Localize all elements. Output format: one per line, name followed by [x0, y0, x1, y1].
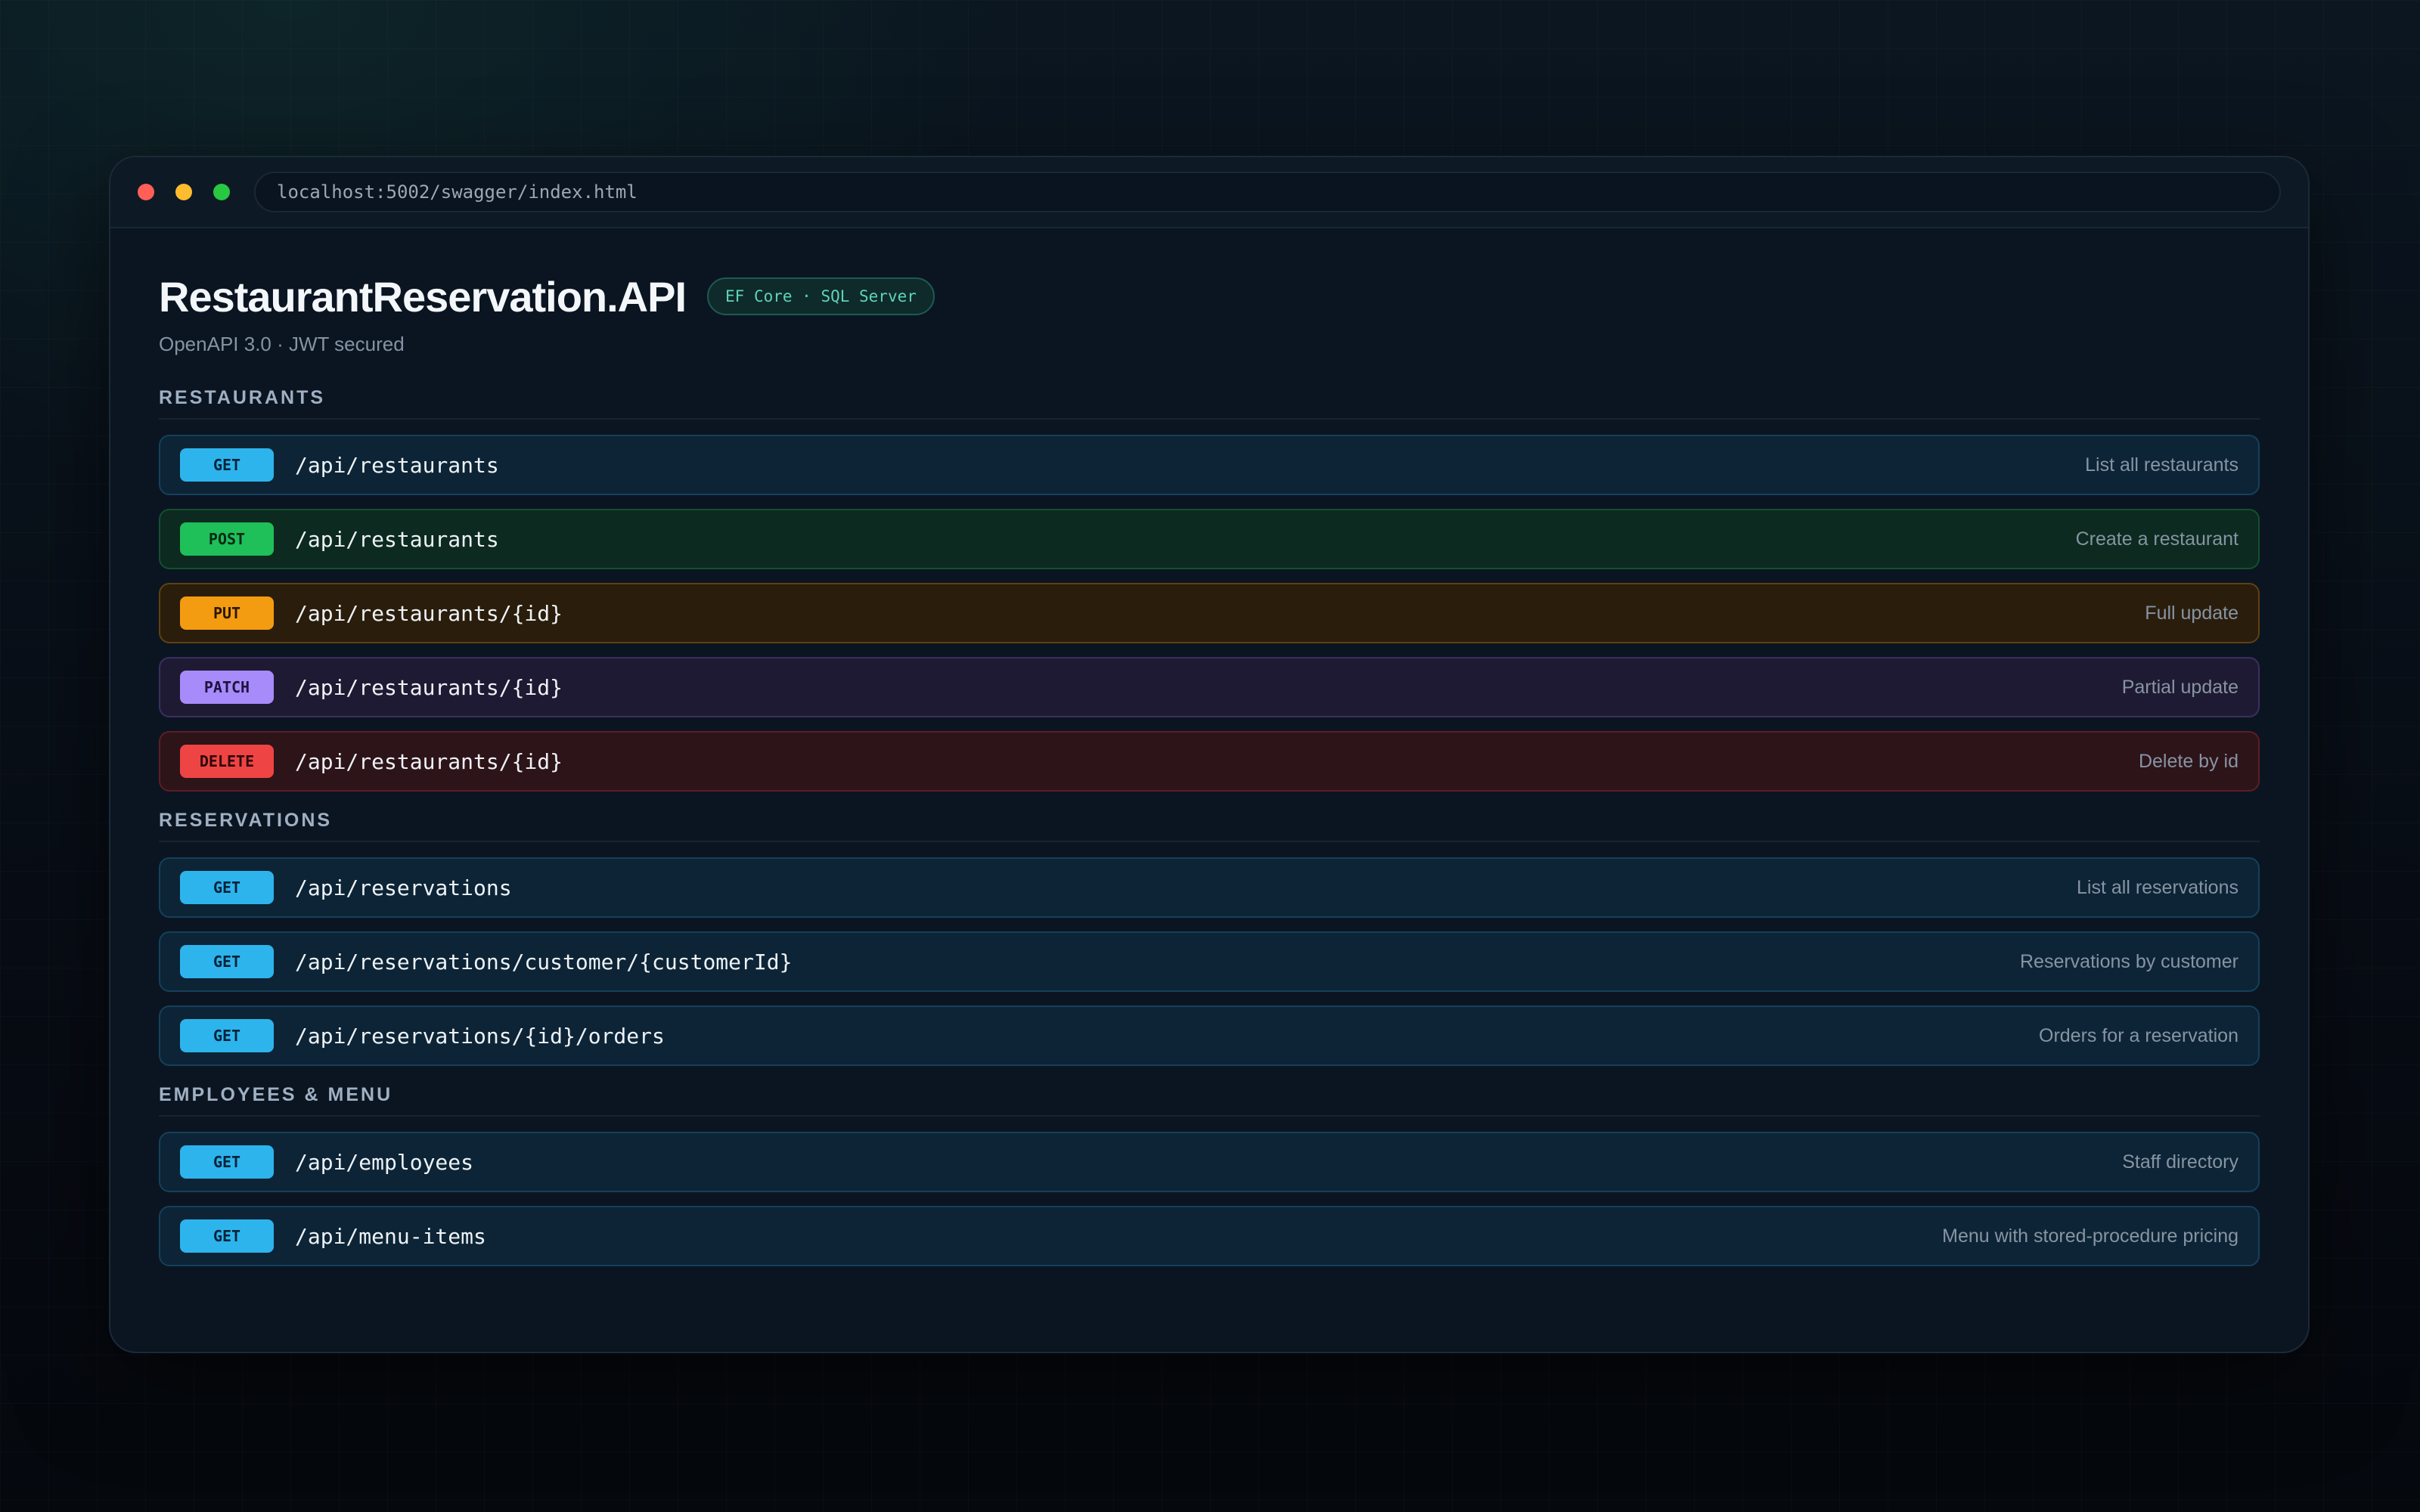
endpoint-description: List all restaurants	[2085, 454, 2238, 476]
endpoint-description: Staff directory	[2122, 1151, 2238, 1173]
endpoint-description: Menu with stored-procedure pricing	[1942, 1225, 2238, 1247]
section-title-reservations: RESERVATIONS	[159, 810, 2260, 842]
method-badge-get: GET	[180, 1145, 274, 1179]
endpoint-path: /api/employees	[295, 1149, 474, 1175]
endpoint-description: Delete by id	[2138, 750, 2238, 772]
database-badge: EF Core · SQL Server	[707, 277, 935, 315]
endpoint-path: /api/reservations/customer/{customerId}	[295, 949, 793, 974]
endpoint-description: Reservations by customer	[2019, 950, 2238, 972]
section-title-restaurants: RESTAURANTS	[159, 387, 2260, 420]
browser-window: localhost:5002/swagger/index.html Restau…	[109, 156, 2310, 1353]
endpoint-row[interactable]: GET /api/employees Staff directory	[159, 1132, 2260, 1192]
endpoint-row[interactable]: GET /api/restaurants List all restaurant…	[159, 435, 2260, 495]
method-badge-patch: PATCH	[180, 671, 274, 704]
endpoint-row[interactable]: PATCH /api/restaurants/{id} Partial upda…	[159, 657, 2260, 717]
method-badge-get: GET	[180, 1019, 274, 1052]
endpoint-path: /api/restaurants/{id}	[295, 600, 563, 626]
page-title: RestaurantReservation.API	[159, 272, 687, 321]
method-badge-put: PUT	[180, 596, 274, 630]
section-title-employees-menu: EMPLOYEES & MENU	[159, 1084, 2260, 1117]
endpoint-path: /api/restaurants	[295, 526, 499, 552]
endpoint-path: /api/reservations	[295, 875, 512, 900]
endpoint-path: /api/menu-items	[295, 1223, 486, 1249]
endpoint-row[interactable]: GET /api/reservations/{id}/orders Orders…	[159, 1005, 2260, 1066]
endpoint-path: /api/reservations/{id}/orders	[295, 1023, 665, 1049]
endpoint-path: /api/restaurants/{id}	[295, 748, 563, 774]
endpoint-description: List all reservations	[2077, 876, 2238, 898]
method-badge-delete: DELETE	[180, 745, 274, 778]
endpoint-path: /api/restaurants/{id}	[295, 674, 563, 700]
address-bar-url: localhost:5002/swagger/index.html	[277, 181, 638, 203]
window-titlebar: localhost:5002/swagger/index.html	[110, 157, 2308, 228]
endpoint-description: Orders for a reservation	[2039, 1024, 2238, 1046]
method-badge-get: GET	[180, 448, 274, 482]
endpoint-row[interactable]: GET /api/reservations/customer/{customer…	[159, 931, 2260, 992]
maximize-window-button[interactable]	[213, 184, 230, 200]
endpoint-description: Full update	[2145, 602, 2238, 624]
method-badge-post: POST	[180, 522, 274, 556]
api-header: RestaurantReservation.API EF Core · SQL …	[159, 268, 2260, 325]
endpoint-row[interactable]: POST /api/restaurants Create a restauran…	[159, 509, 2260, 569]
endpoint-description: Create a restaurant	[2075, 528, 2238, 550]
endpoint-description: Partial update	[2121, 676, 2238, 698]
endpoint-row[interactable]: GET /api/menu-items Menu with stored-pro…	[159, 1206, 2260, 1266]
endpoint-path: /api/restaurants	[295, 452, 499, 478]
api-subtitle: OpenAPI 3.0 · JWT secured	[159, 333, 405, 355]
endpoint-row[interactable]: PUT /api/restaurants/{id} Full update	[159, 583, 2260, 643]
endpoint-row[interactable]: GET /api/reservations List all reservati…	[159, 857, 2260, 918]
endpoint-row[interactable]: DELETE /api/restaurants/{id} Delete by i…	[159, 731, 2260, 792]
close-window-button[interactable]	[138, 184, 154, 200]
address-bar[interactable]: localhost:5002/swagger/index.html	[254, 172, 2281, 212]
method-badge-get: GET	[180, 1219, 274, 1253]
swagger-content: RestaurantReservation.API EF Core · SQL …	[110, 228, 2308, 1266]
minimize-window-button[interactable]	[175, 184, 192, 200]
method-badge-get: GET	[180, 871, 274, 904]
method-badge-get: GET	[180, 945, 274, 978]
